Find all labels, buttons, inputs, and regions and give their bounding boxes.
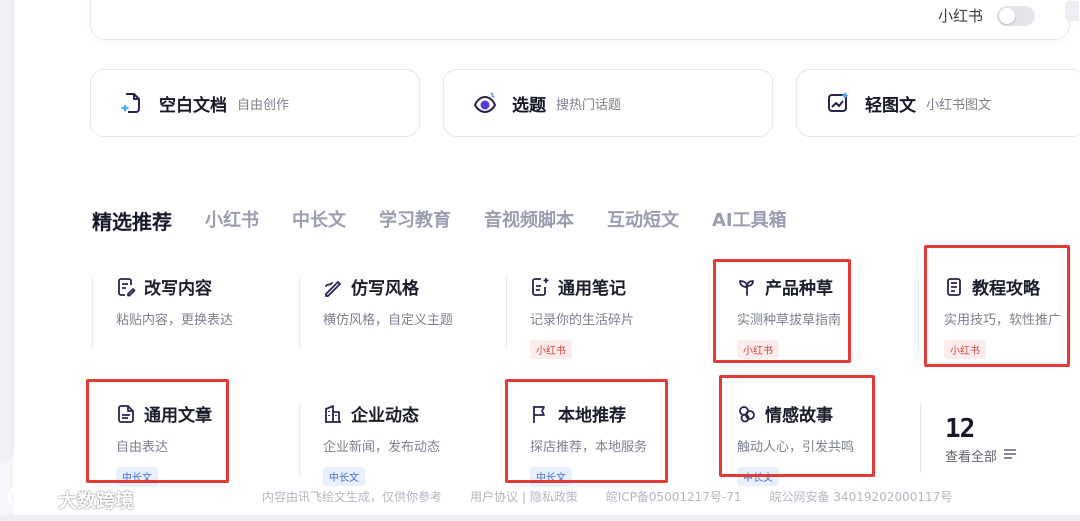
column-divider: [920, 403, 921, 473]
template-title: 教程攻略: [972, 279, 1040, 299]
agreement-privacy-links[interactable]: 用户协议 | 隐私政策: [470, 488, 578, 505]
template-imitate-style[interactable]: 仿写风格 横仿风格，自定义主题: [299, 274, 513, 350]
category-tabs: 精选推荐 小红书 中长文 学习教育 音视频脚本 互动短文 AI工具箱: [92, 206, 820, 235]
view-all-label: 查看全部: [945, 450, 998, 465]
template-general-article[interactable]: 通用文章 自由表达 中长文: [116, 401, 224, 486]
more-templates[interactable]: 12 查看全部: [945, 414, 1017, 465]
template-tutorial-guide[interactable]: 教程攻略 实用技巧，软性推广 小红书: [918, 274, 1068, 359]
template-title: 仿写风格: [351, 279, 419, 299]
template-title: 本地推荐: [558, 406, 626, 426]
quick-card-title: 选题: [512, 95, 546, 116]
template-title: 产品种草: [765, 279, 833, 299]
template-tag: 小红书: [944, 340, 986, 359]
template-product-recommend[interactable]: 产品种草 实测种草拔草指南 小红书: [737, 274, 849, 359]
tab-long-article[interactable]: 中长文: [292, 206, 346, 235]
template-local-recommend[interactable]: 本地推荐 探店推荐，本地服务 中长文: [530, 401, 662, 486]
icp-record[interactable]: 皖ICP备05001217号-71: [606, 488, 742, 505]
left-panel-edge: [0, 0, 14, 460]
pen-wave-icon: [323, 277, 343, 297]
tab-featured[interactable]: 精选推荐: [92, 206, 172, 235]
template-description: 实测种草拔草指南: [737, 313, 842, 328]
heart-clover-icon: [737, 404, 757, 424]
menu-lines-icon: [1003, 448, 1017, 464]
template-description: 触动人心，引发共鸣: [737, 440, 855, 455]
watermark-text: 大数跨境: [58, 490, 135, 512]
toggle-knob: [999, 7, 1015, 24]
tab-interactive-short[interactable]: 互动短文: [607, 206, 679, 235]
template-title: 改写内容: [144, 279, 212, 299]
tab-education[interactable]: 学习教育: [379, 206, 451, 235]
footer: 内容由讯飞绘文生成，仅供你参考 用户协议 | 隐私政策 皖ICP备0500121…: [262, 488, 952, 505]
quick-card-subtitle: 小红书图文: [926, 97, 992, 113]
police-record[interactable]: 皖公网安备 34019202000117号: [770, 488, 953, 505]
template-description: 探店推荐，本地服务: [530, 440, 648, 455]
note-plus-icon: [530, 277, 550, 297]
quick-card-title: 空白文档: [159, 95, 227, 116]
xiaohongshu-toggle[interactable]: [997, 5, 1035, 26]
watermark: 大数跨境: [7, 486, 135, 513]
view-all-link[interactable]: 查看全部: [945, 446, 1017, 465]
template-general-note[interactable]: 通用笔记 记录你的生活碎片 小红书: [506, 274, 720, 359]
column-divider: [299, 403, 300, 477]
send-button-edge[interactable]: [1065, 1, 1079, 21]
new-document-icon: [119, 90, 145, 116]
flag-icon: [530, 404, 550, 424]
template-tag: 中长文: [737, 467, 779, 486]
template-company-news[interactable]: 企业动态 企业新闻，发布动态 中长文: [299, 401, 513, 486]
image-chart-icon: [825, 90, 851, 116]
template-emotional-story[interactable]: 情感故事 触动人心，引发共鸣 中长文: [737, 401, 869, 486]
quick-card-title: 轻图文: [865, 95, 916, 116]
template-rewrite[interactable]: 改写内容 粘贴内容，更换表达: [92, 274, 306, 350]
template-description: 实用技巧，软性推广: [944, 313, 1062, 328]
tab-av-script[interactable]: 音视频脚本: [484, 206, 574, 235]
template-description: 记录你的生活碎片: [530, 313, 635, 328]
xiaohongshu-switch[interactable]: 小红书: [938, 5, 1035, 26]
tab-ai-toolbox[interactable]: AI工具箱: [712, 206, 787, 235]
prompt-input-card[interactable]: 小红书: [90, 0, 1079, 40]
topic-card[interactable]: 选题 搜热门话题: [443, 69, 773, 137]
article-icon: [116, 404, 136, 424]
template-description: 横仿风格，自定义主题: [323, 313, 454, 328]
eye-target-icon: [472, 90, 498, 116]
template-tag: 中长文: [323, 467, 365, 486]
template-tag: 小红书: [530, 340, 572, 359]
column-divider: [299, 276, 300, 350]
quick-card-subtitle: 自由创作: [237, 97, 290, 113]
blank-document-card[interactable]: 空白文档 自由创作: [90, 69, 420, 137]
watermark-logo-icon: [7, 486, 52, 513]
tab-xiaohongshu[interactable]: 小红书: [205, 206, 259, 235]
column-divider: [918, 276, 919, 350]
template-title: 通用笔记: [558, 279, 626, 299]
template-tag: 中长文: [116, 467, 158, 486]
template-description: 粘贴内容，更换表达: [116, 313, 234, 328]
column-divider: [92, 276, 93, 350]
light-image-text-card[interactable]: 轻图文 小红书图文: [796, 69, 1080, 137]
template-tag: 小红书: [737, 340, 779, 359]
column-divider: [506, 276, 507, 350]
template-title: 情感故事: [765, 406, 833, 426]
template-count: 12: [945, 414, 975, 444]
ai-generated-notice: 内容由讯飞绘文生成，仅供你参考: [262, 490, 443, 504]
template-tag: 中长文: [530, 467, 572, 486]
template-title: 企业动态: [351, 406, 419, 426]
bottom-bar: [0, 515, 1080, 521]
building-icon: [323, 404, 343, 424]
quick-card-subtitle: 搜热门话题: [556, 97, 622, 113]
sprout-icon: [737, 277, 757, 297]
template-title: 通用文章: [144, 406, 212, 426]
template-description: 企业新闻，发布动态: [323, 440, 441, 455]
xiaohongshu-switch-label: 小红书: [937, 7, 983, 25]
edit-doc-icon: [116, 277, 136, 297]
book-list-icon: [944, 277, 964, 297]
template-description: 自由表达: [116, 440, 169, 455]
